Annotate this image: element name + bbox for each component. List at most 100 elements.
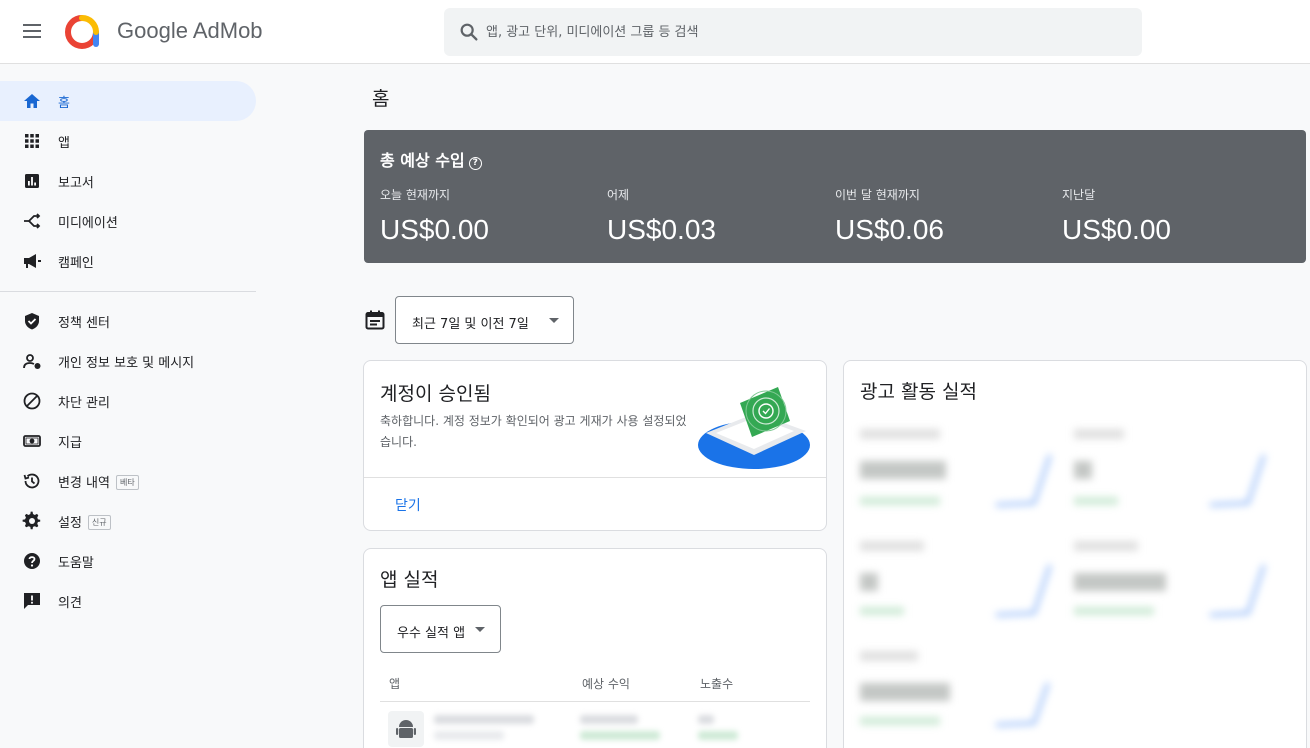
blurred-metric-change <box>860 607 904 615</box>
blurred-metric-value <box>860 683 950 701</box>
card-body-text: 축하합니다. 계정 정보가 확인되어 광고 게재가 사용 설정되었습니다. <box>380 414 687 449</box>
dropdown-arrow-icon <box>475 627 485 632</box>
earnings-title-text: 총 예상 수입 <box>380 151 465 170</box>
date-range-dropdown[interactable]: 최근 7일 및 이전 7일 <box>395 296 574 344</box>
blurred-metric-change <box>1074 497 1118 505</box>
blurred-impressions-value <box>698 715 714 724</box>
help-icon <box>24 553 40 569</box>
blurred-metric-value <box>860 461 946 479</box>
megaphone-icon <box>24 254 41 268</box>
column-header-app: 앱 <box>389 677 401 691</box>
blurred-metric-value <box>1074 461 1092 479</box>
estimated-earnings-card: 총 예상 수입? 오늘 현재까지 US$0.00 어제 US$0.03 이번 달… <box>364 130 1306 263</box>
blurred-earnings-value <box>580 715 638 724</box>
sidebar-item-label: 캠페인 <box>58 256 94 271</box>
sidebar-item-label: 앱 <box>58 136 70 151</box>
sidebar-item-blocking-controls[interactable]: 차단 관리 <box>0 381 256 421</box>
blurred-sparkline <box>995 564 1052 617</box>
top-app-bar: Google AdMob <box>0 0 1310 64</box>
mediation-icon <box>24 213 41 229</box>
metric-yesterday: 어제 US$0.03 <box>607 186 827 246</box>
app-filter-value: 우수 실적 앱 <box>397 626 466 641</box>
label-text: 설정 <box>58 516 82 531</box>
column-header-est-earnings: 예상 수익 <box>582 677 630 691</box>
blurred-impressions-change <box>698 731 738 740</box>
sidebar-item-settings[interactable]: 설정 신규 <box>0 501 256 541</box>
sidebar-item-label: 의견 <box>58 596 82 611</box>
table-row[interactable] <box>388 711 424 747</box>
dropdown-arrow-icon <box>549 318 559 323</box>
card-title: 계정이 승인됨 <box>380 383 491 405</box>
sidebar-item-change-history[interactable]: 변경 내역 베타 <box>0 461 256 501</box>
sidebar-item-label: 정책 센터 <box>58 316 110 331</box>
help-circle-icon[interactable]: ? <box>468 157 482 170</box>
sidebar-item-feedback[interactable]: 의견 <box>0 581 256 621</box>
sidebar-item-privacy-messaging[interactable]: 개인 정보 보호 및 메시지 <box>0 341 256 381</box>
beta-badge: 베타 <box>115 475 139 490</box>
metric-this-month: 이번 달 현재까지 US$0.06 <box>835 186 1055 246</box>
sidebar-item-campaigns[interactable]: 캠페인 <box>0 241 256 281</box>
sidebar-item-mediation[interactable]: 미디에이션 <box>0 201 256 241</box>
apps-grid-icon <box>25 134 39 148</box>
blurred-metric-label <box>860 651 918 661</box>
search-bar[interactable] <box>444 8 1142 56</box>
approved-laptop-illustration <box>698 387 810 469</box>
metric-value: US$0.00 <box>1062 214 1171 245</box>
sidebar-item-label: 지급 <box>58 436 82 451</box>
blurred-metric-value <box>860 573 878 591</box>
blurred-metric-label <box>860 429 940 439</box>
brand-name: Google AdMob <box>117 18 263 43</box>
sidebar-item-reports[interactable]: 보고서 <box>0 161 256 201</box>
calendar-icon <box>365 310 385 330</box>
blurred-app-id <box>434 731 504 740</box>
card-title: 앱 실적 <box>380 569 439 591</box>
privacy-icon <box>23 354 41 369</box>
block-icon <box>23 392 41 410</box>
blurred-metric-change <box>860 497 940 505</box>
metric-value: US$0.06 <box>835 214 944 245</box>
sidebar-item-label: 도움말 <box>58 556 94 571</box>
search-input[interactable] <box>486 8 1126 56</box>
metric-value: US$0.03 <box>607 214 716 245</box>
ad-activity-performance-card: 광고 활동 실적 <box>843 360 1307 748</box>
blurred-earnings-change <box>580 731 660 740</box>
column-header-impressions: 노출수 <box>700 677 734 691</box>
history-icon <box>23 473 40 489</box>
sidebar-item-label: 변경 내역 베타 <box>58 472 139 491</box>
sidebar: 홈 앱 보고서 미디에이션 캠페인 정책 센터 개인 정보 보호 및 메시지 차… <box>0 65 268 748</box>
sidebar-item-label: 보고서 <box>58 176 94 191</box>
sidebar-item-label: 미디에이션 <box>58 216 118 231</box>
card-divider <box>364 477 826 478</box>
sidebar-item-help[interactable]: 도움말 <box>0 541 256 581</box>
sidebar-item-label: 개인 정보 보호 및 메시지 <box>58 356 195 371</box>
sidebar-item-apps[interactable]: 앱 <box>0 121 256 161</box>
sidebar-item-label: 설정 신규 <box>58 512 111 531</box>
feedback-icon <box>24 593 40 609</box>
report-icon <box>25 174 39 188</box>
app-performance-card: 앱 실적 우수 실적 앱 앱 예상 수익 노출수 <box>363 548 827 748</box>
sidebar-item-policy-center[interactable]: 정책 센터 <box>0 301 256 341</box>
metric-label: 어제 <box>607 188 630 202</box>
sidebar-item-home[interactable]: 홈 <box>0 81 256 121</box>
blurred-metric-label <box>1074 541 1138 551</box>
metric-last-month: 지난달 US$0.00 <box>1062 186 1282 246</box>
blurred-metric-label <box>1074 429 1124 439</box>
blurred-metric-value <box>1074 573 1166 591</box>
search-icon <box>460 23 478 41</box>
admob-logo-icon[interactable] <box>64 14 100 50</box>
blurred-app-name <box>434 715 534 724</box>
page-title: 홈 <box>372 88 390 110</box>
blurred-metric-change <box>860 717 940 725</box>
menu-icon[interactable] <box>20 20 44 44</box>
metric-label: 오늘 현재까지 <box>380 188 451 202</box>
sidebar-divider <box>0 291 256 292</box>
app-filter-dropdown[interactable]: 우수 실적 앱 <box>380 605 501 653</box>
blurred-sparkline <box>1209 454 1266 507</box>
label-text: 변경 내역 <box>58 476 110 491</box>
close-button[interactable]: 닫기 <box>395 495 421 515</box>
blurred-metric-label <box>860 541 924 551</box>
sidebar-item-payments[interactable]: 지급 <box>0 421 256 461</box>
card-title: 광고 활동 실적 <box>860 381 977 403</box>
payment-icon <box>23 435 41 447</box>
gear-icon <box>22 511 41 530</box>
